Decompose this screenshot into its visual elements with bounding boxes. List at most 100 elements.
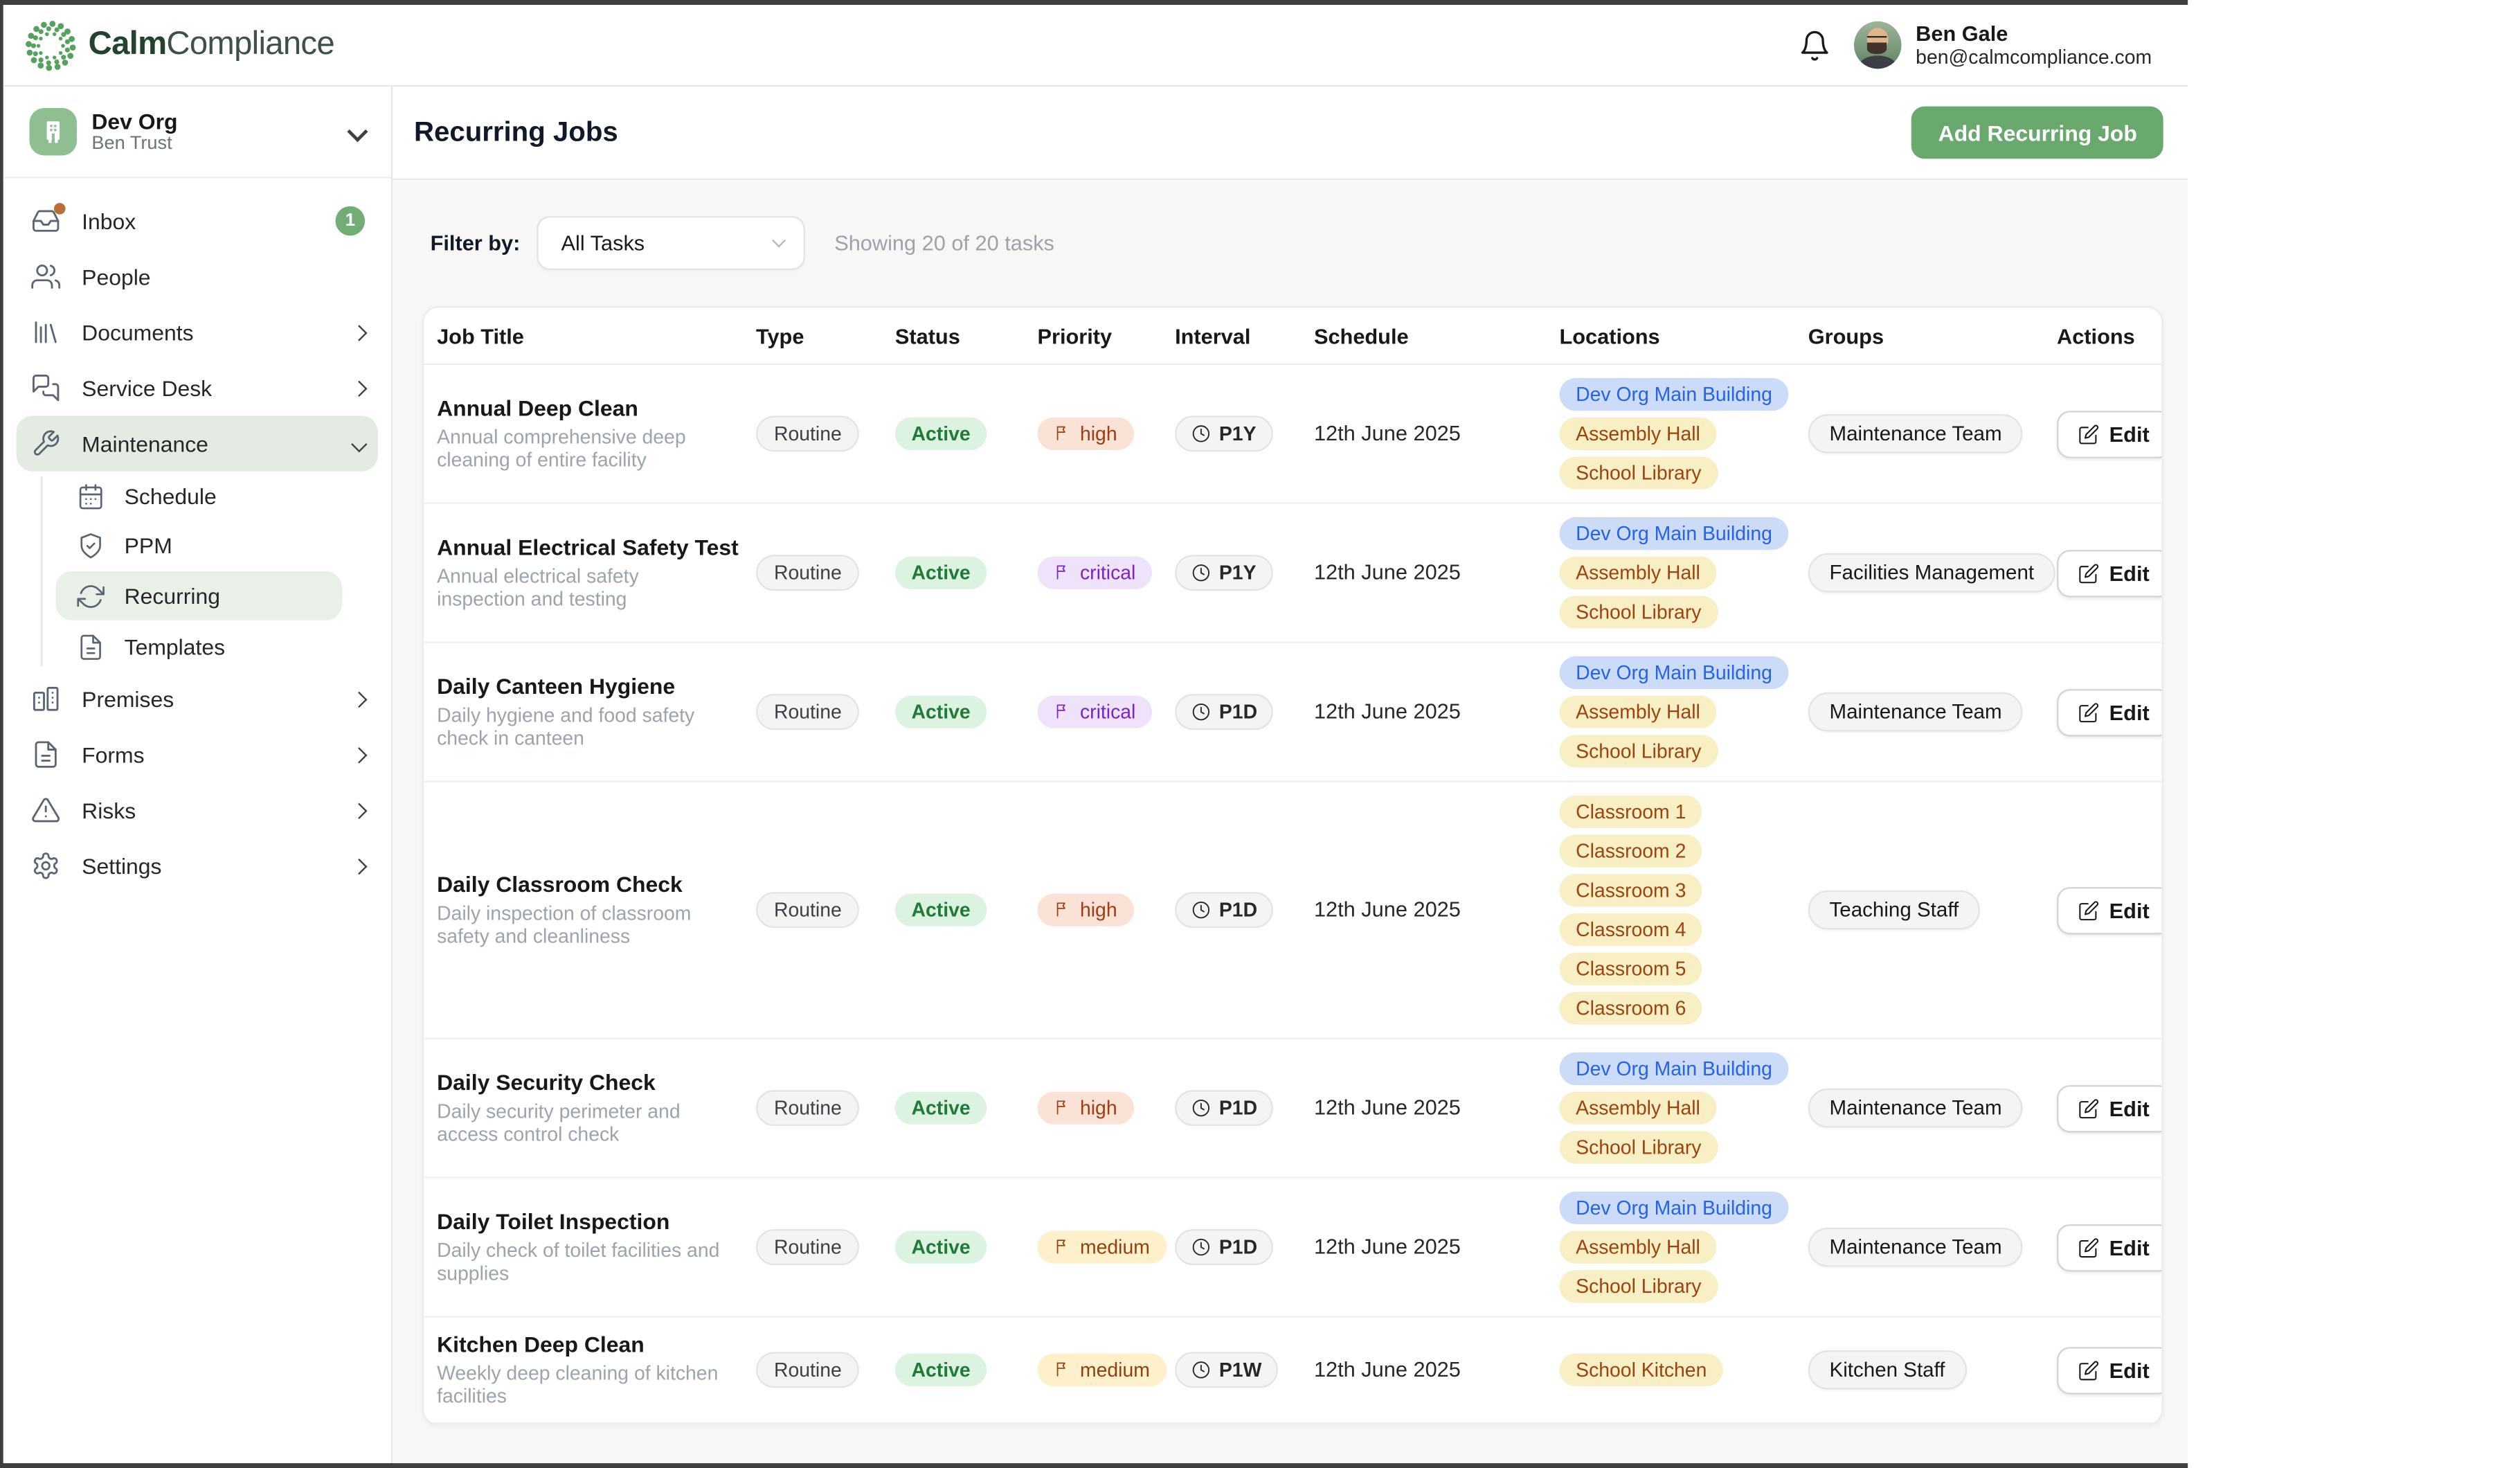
flag-icon <box>1054 564 1072 582</box>
notifications-bell-icon[interactable] <box>1798 28 1830 61</box>
org-switcher[interactable]: Dev Org Ben Trust <box>3 87 391 178</box>
edit-pencil-icon <box>2078 1359 2100 1381</box>
edit-label: Edit <box>2109 1235 2150 1259</box>
job-cell: Daily Security Check Daily security peri… <box>424 1056 749 1161</box>
type-badge: Routine <box>756 1229 860 1265</box>
page-header: Recurring Jobs Add Recurring Job <box>393 87 2188 180</box>
edit-button[interactable]: Edit <box>2057 410 2163 458</box>
priority-badge: high <box>1038 893 1134 926</box>
edit-button[interactable]: Edit <box>2057 549 2163 597</box>
priority-cell: high <box>1027 1091 1165 1125</box>
main-area: Recurring Jobs Add Recurring Job Filter … <box>393 87 2188 1463</box>
status-badge: Active <box>895 1230 987 1263</box>
sidebar-item-risks[interactable]: Risks <box>3 782 391 838</box>
type-badge: Routine <box>756 892 860 928</box>
priority-label: high <box>1080 1096 1117 1119</box>
interval-badge: P1D <box>1175 1229 1274 1265</box>
sidebar-item-people[interactable]: People <box>3 249 391 304</box>
actions-cell: Edit <box>2042 1084 2163 1132</box>
brand-logo[interactable]: CalmCompliance <box>23 17 334 73</box>
sidebar-item-inbox[interactable]: Inbox1 <box>3 193 391 249</box>
chevron-right-icon <box>351 802 367 818</box>
unread-dot <box>54 203 66 215</box>
locations-cell: Dev Org Main BuildingAssembly HallSchool… <box>1543 504 1794 642</box>
column-header-job-title: Job Title <box>424 323 749 348</box>
sidebar-item-premises[interactable]: Premises <box>3 671 391 726</box>
clock-icon <box>1191 1237 1211 1257</box>
sidebar-item-label: Risks <box>82 798 136 822</box>
group-badge: Teaching Staff <box>1808 890 1980 930</box>
table-row: Daily Security Check Daily security peri… <box>424 1039 2161 1179</box>
chevron-down-icon <box>772 233 786 247</box>
column-header-type: Type <box>750 323 890 348</box>
job-cell: Daily Classroom Check Daily inspection o… <box>424 858 749 963</box>
sidebar-item-settings[interactable]: Settings <box>3 838 391 893</box>
schedule-cell: 12th June 2025 <box>1297 419 1543 449</box>
type-badge: Routine <box>756 694 860 730</box>
filter-select[interactable]: All Tasks <box>537 216 805 270</box>
user-menu[interactable]: Ben Gale ben@calmcompliance.com <box>1853 21 2152 69</box>
job-description: Daily check of toilet facilities and sup… <box>437 1241 731 1285</box>
location-badge: Assembly Hall <box>1560 1230 1717 1263</box>
sidebar-subitem-templates[interactable]: Templates <box>3 622 391 671</box>
location-badge: School Library <box>1560 456 1718 489</box>
edit-button[interactable]: Edit <box>2057 1224 2163 1271</box>
sidebar-item-forms[interactable]: Forms <box>3 726 391 782</box>
edit-button[interactable]: Edit <box>2057 1084 2163 1132</box>
filter-label: Filter by: <box>431 231 521 255</box>
sidebar-item-service-desk[interactable]: Service Desk <box>3 360 391 415</box>
inbox-count-badge: 1 <box>336 206 366 236</box>
brand-logo-text: CalmCompliance <box>89 26 334 64</box>
edit-pencil-icon <box>2078 1237 2100 1258</box>
group-badge: Maintenance Team <box>1808 1089 2024 1128</box>
edit-button[interactable]: Edit <box>2057 886 2163 934</box>
interval-label: P1D <box>1219 1097 1257 1120</box>
file-icon <box>31 740 61 769</box>
location-badge: Assembly Hall <box>1560 696 1717 728</box>
job-title: Daily Security Check <box>437 1071 749 1095</box>
type-cell: Routine <box>750 892 890 928</box>
library-icon <box>31 318 61 348</box>
inbox-icon <box>31 206 61 236</box>
job-cell: Annual Electrical Safety Test Annual ele… <box>424 521 749 625</box>
flag-icon <box>1054 424 1072 442</box>
sidebar-item-right <box>354 860 366 872</box>
edit-label: Edit <box>2109 1095 2150 1120</box>
priority-label: critical <box>1080 561 1135 584</box>
sidebar-item-label: Forms <box>82 742 144 767</box>
job-description: Daily security perimeter and access cont… <box>437 1102 731 1146</box>
status-cell: Active <box>890 894 1028 927</box>
edit-button[interactable]: Edit <box>2057 688 2163 736</box>
sidebar-item-right <box>354 382 366 394</box>
interval-cell: P1D <box>1165 1229 1297 1265</box>
priority-cell: medium <box>1027 1230 1165 1264</box>
priority-badge: critical <box>1038 695 1152 728</box>
sidebar-item-right <box>354 438 366 449</box>
priority-label: medium <box>1080 1358 1150 1381</box>
actions-cell: Edit <box>2042 886 2163 934</box>
column-header-schedule: Schedule <box>1297 323 1543 348</box>
sidebar-subitem-schedule[interactable]: Schedule <box>3 472 391 521</box>
org-owner: Ben Trust <box>91 134 177 155</box>
chevron-right-icon <box>351 858 367 874</box>
status-cell: Active <box>890 1092 1028 1125</box>
add-recurring-job-button[interactable]: Add Recurring Job <box>1912 107 2163 159</box>
sidebar-item-maintenance[interactable]: Maintenance <box>17 415 378 471</box>
schedule-date: 12th June 2025 <box>1314 1095 1461 1119</box>
sidebar-subitem-label: Schedule <box>125 483 217 508</box>
column-header-groups: Groups <box>1794 323 2042 348</box>
sidebar-item-documents[interactable]: Documents <box>3 305 391 360</box>
chevron-right-icon <box>351 691 367 707</box>
filter-select-value: All Tasks <box>561 231 645 255</box>
sidebar-subitem-recurring[interactable]: Recurring <box>55 571 342 620</box>
interval-cell: P1D <box>1165 892 1297 928</box>
edit-pencil-icon <box>2078 899 2100 921</box>
interval-badge: P1D <box>1175 694 1274 730</box>
location-badge: Classroom 4 <box>1560 913 1702 946</box>
edit-button[interactable]: Edit <box>2057 1346 2163 1394</box>
priority-cell: critical <box>1027 695 1165 728</box>
location-badge: Classroom 3 <box>1560 874 1702 906</box>
type-cell: Routine <box>750 1090 890 1126</box>
sidebar-subitem-ppm[interactable]: PPM <box>3 521 391 570</box>
table-row: Daily Classroom Check Daily inspection o… <box>424 782 2161 1039</box>
